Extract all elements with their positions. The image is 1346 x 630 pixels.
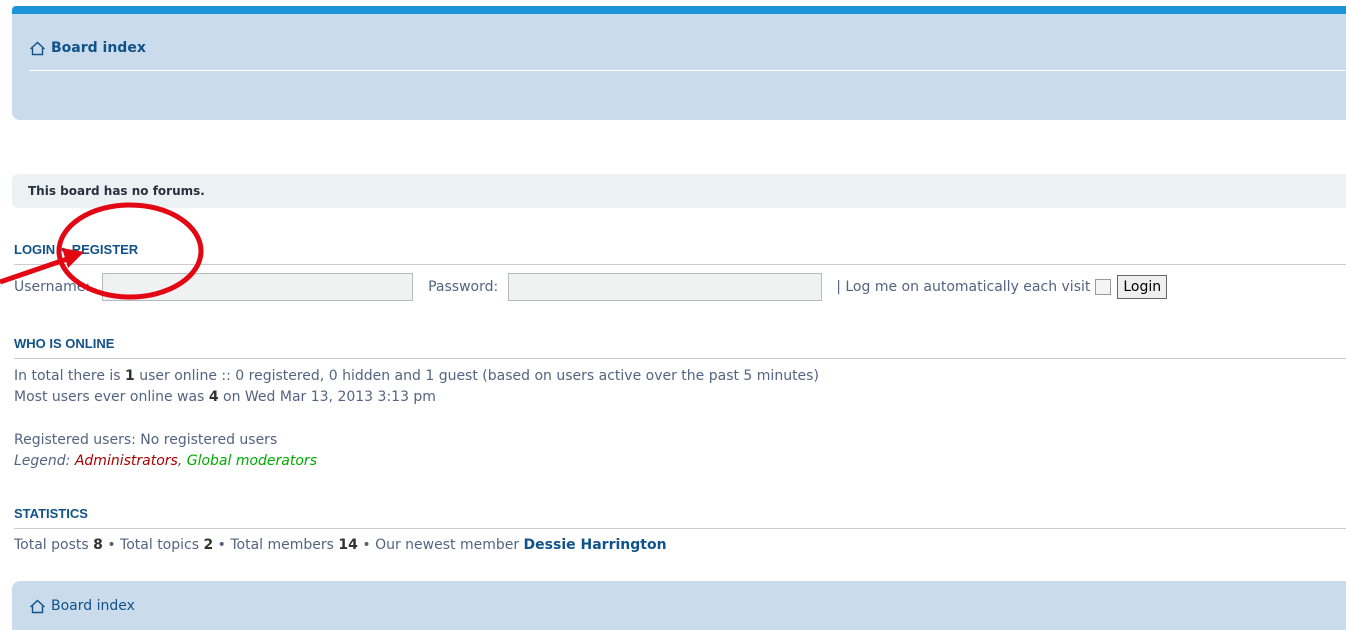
online-total-count: 1 [125,368,135,384]
header-accent-bar [12,6,1346,14]
home-icon [30,599,45,613]
legend-line: Legend: Administrators, Global moderator… [14,453,317,469]
notice-text: This board has no forums. [28,184,205,198]
who-online-heading: WHO IS ONLINE [14,336,115,351]
no-forums-notice: This board has no forums. [12,174,1346,208]
navbar: Board index [12,14,1346,120]
stat-members: 14 [338,537,358,553]
online-total-pre: In total there is [14,368,126,384]
registered-users-line: Registered users: No registered users [14,432,278,448]
login-divider [14,264,1346,265]
navbar-divider [29,70,1346,71]
legend-label: Legend: [14,453,75,469]
online-record-pre: Most users ever online was [14,389,209,405]
stat-topics: 2 [203,537,214,553]
online-total-post: user online :: 0 registered, 0 hidden an… [134,368,819,384]
breadcrumb-board-index[interactable]: Board index [51,40,146,56]
stat-topics-label: • Total topics [102,537,204,553]
newest-member-link[interactable]: Dessie Harrington [524,537,667,553]
auto-login-label: | Log me on automatically each visit [836,279,1091,295]
password-label: Password: [428,279,499,295]
login-button[interactable]: Login [1117,275,1168,299]
login-separator: • [61,242,66,257]
stat-newest-label: • Our newest member [357,537,524,553]
password-input[interactable] [508,273,823,301]
legend-administrators[interactable]: Administrators [75,453,178,469]
statistics-divider [14,528,1346,529]
login-form: Username: Password: | Log me on automati… [14,273,1168,301]
username-label: Username: [14,279,91,295]
online-total-line: In total there is 1 user online :: 0 reg… [14,368,819,384]
footer-board-index[interactable]: Board index [51,598,135,614]
legend-global-moderators[interactable]: Global moderators [187,453,317,469]
login-link[interactable]: LOGIN [14,242,55,257]
auto-login-checkbox[interactable] [1095,279,1112,295]
stat-posts-label: Total posts [14,537,94,553]
stat-posts: 8 [93,537,103,553]
stat-members-label: • Total members [213,537,339,553]
breadcrumb[interactable]: Board index [29,40,146,56]
online-record-post: on Wed Mar 13, 2013 3:13 pm [218,389,436,405]
statistics-line: Total posts 8 • Total topics 2 • Total m… [14,537,667,553]
login-header: LOGIN • REGISTER [14,242,138,257]
who-online-divider [14,358,1346,359]
register-link[interactable]: REGISTER [72,242,138,257]
legend-comma: , [177,453,187,469]
username-input[interactable] [102,273,414,301]
footer-breadcrumb[interactable]: Board index [29,598,135,614]
online-record-count: 4 [208,389,219,405]
online-record-line: Most users ever online was 4 on Wed Mar … [14,389,436,405]
statistics-heading: STATISTICS [14,506,88,521]
home-icon [30,41,45,55]
footer-navbar: Board index [12,581,1346,630]
